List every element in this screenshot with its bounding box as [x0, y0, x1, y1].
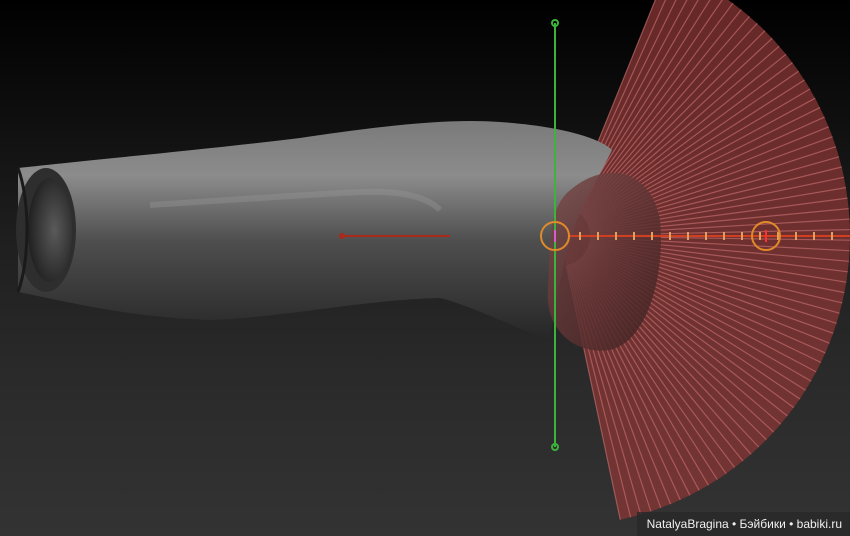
- tube-mesh[interactable]: [16, 120, 612, 341]
- scene-canvas[interactable]: [0, 0, 850, 536]
- gizmo-x-left-handle[interactable]: [339, 233, 345, 239]
- 3d-viewport[interactable]: NatalyaBragina • Бэйбики • babiki.ru: [0, 0, 850, 536]
